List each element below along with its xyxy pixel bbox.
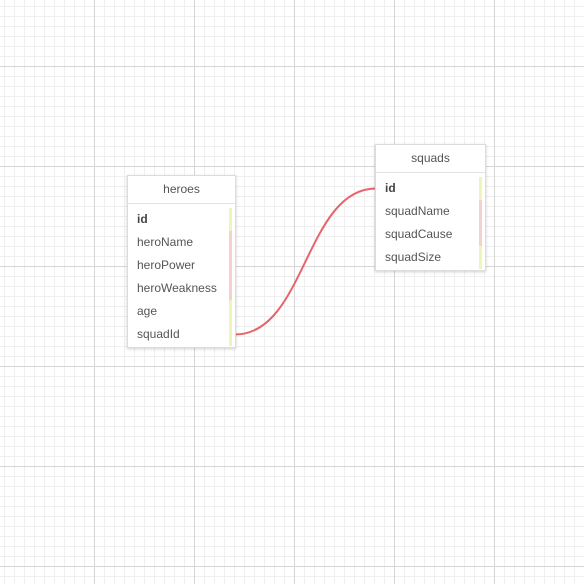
table-squads[interactable]: squads id squadName squadCause squadSize: [375, 144, 486, 271]
field-marker: [229, 300, 232, 323]
table-title-squads[interactable]: squads: [376, 145, 485, 173]
field-marker: [229, 231, 232, 254]
field-heroes-heroname[interactable]: heroName: [128, 231, 235, 254]
field-marker: [229, 323, 232, 346]
field-marker: [479, 177, 482, 200]
field-marker: [479, 246, 482, 269]
field-label: id: [385, 181, 396, 195]
field-label: squadCause: [385, 227, 453, 241]
field-squads-id[interactable]: id: [376, 177, 485, 200]
field-label: squadSize: [385, 250, 442, 264]
field-label: squadId: [137, 327, 180, 341]
field-heroes-heropower[interactable]: heroPower: [128, 254, 235, 277]
field-label: id: [137, 212, 148, 226]
field-squads-squadsize[interactable]: squadSize: [376, 246, 485, 269]
field-heroes-squadid[interactable]: squadId: [128, 323, 235, 346]
diagram-canvas[interactable]: heroes id heroName heroPower heroWeaknes…: [0, 0, 584, 584]
field-heroes-age[interactable]: age: [128, 300, 235, 323]
field-heroes-heroweakness[interactable]: heroWeakness: [128, 277, 235, 300]
field-marker: [229, 208, 232, 231]
relation-heroes-squadid-to-squads-id[interactable]: [234, 187, 377, 336]
field-label: squadName: [385, 204, 450, 218]
field-marker: [229, 254, 232, 277]
table-title-heroes[interactable]: heroes: [128, 176, 235, 204]
table-heroes[interactable]: heroes id heroName heroPower heroWeaknes…: [127, 175, 236, 348]
field-marker: [479, 200, 482, 223]
field-label: age: [137, 304, 158, 318]
field-squads-squadcause[interactable]: squadCause: [376, 223, 485, 246]
field-list-squads: id squadName squadCause squadSize: [376, 173, 485, 269]
relations-layer: [234, 187, 377, 336]
field-marker: [479, 223, 482, 246]
field-label: heroWeakness: [137, 281, 217, 295]
field-label: heroName: [137, 235, 194, 249]
field-marker: [229, 277, 232, 300]
field-list-heroes: id heroName heroPower heroWeakness age s…: [128, 204, 235, 346]
field-label: heroPower: [137, 258, 196, 272]
field-heroes-id[interactable]: id: [128, 208, 235, 231]
field-squads-squadname[interactable]: squadName: [376, 200, 485, 223]
